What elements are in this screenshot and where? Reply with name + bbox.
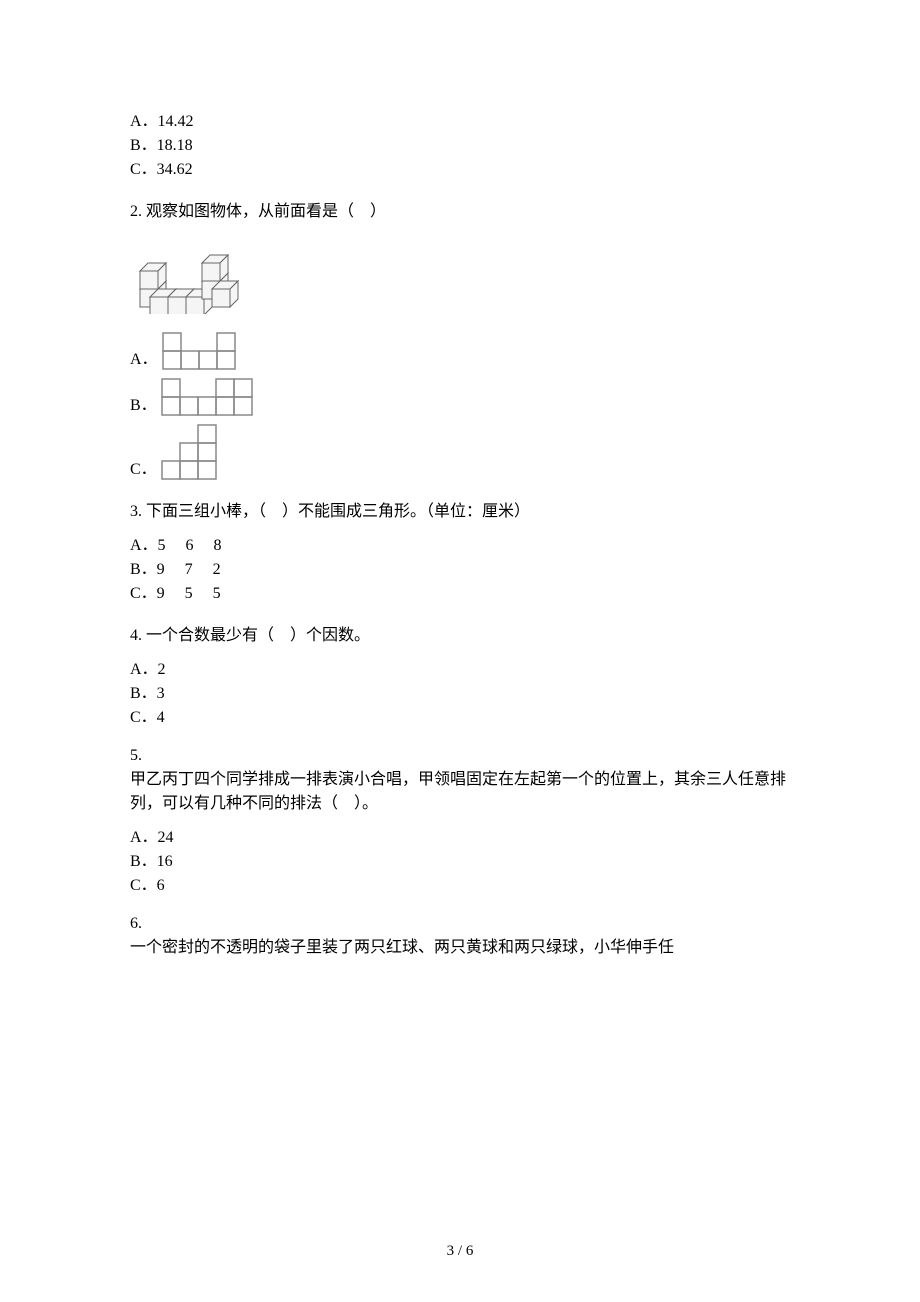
grid-shape-icon xyxy=(161,422,225,482)
q5-number: 5. xyxy=(130,744,790,768)
q3-option-a: A．5 6 8 xyxy=(130,534,790,558)
q1-options: A．14.42 B．18.18 C．34.62 xyxy=(130,110,790,182)
q2-option-c: C． xyxy=(130,422,790,482)
q5-option-a: A．24 xyxy=(130,826,790,850)
q5-option-b: B．16 xyxy=(130,850,790,874)
page-footer: 3 / 6 xyxy=(0,1240,920,1263)
q4-option-b: B．3 xyxy=(130,682,790,706)
q6-stem: 一个密封的不透明的袋子里装了两只红球、两只黄球和两只绿球，小华伸手任 xyxy=(130,936,790,960)
q3-options: A．5 6 8 B．9 7 2 C．9 5 5 xyxy=(130,534,790,606)
q2-option-b-label: B． xyxy=(130,394,157,418)
q4-option-c: C．4 xyxy=(130,706,790,730)
q1-option-a: A．14.42 xyxy=(130,110,790,134)
q5-stem: 甲乙丙丁四个同学排成一排表演小合唱，甲领唱固定在左起第一个的位置上，其余三人任意… xyxy=(130,768,790,816)
grid-shape-icon xyxy=(161,376,277,418)
q5-options: A．24 B．16 C．6 xyxy=(130,826,790,898)
q4-stem: 4. 一个合数最少有（ ）个因数。 xyxy=(130,624,790,648)
q1-option-c: C．34.62 xyxy=(130,158,790,182)
q2-option-c-label: C． xyxy=(130,458,157,482)
q3-stem: 3. 下面三组小棒，（ ）不能围成三角形。（单位：厘米） xyxy=(130,500,790,524)
q6-number: 6. xyxy=(130,912,790,936)
q4-options: A．2 B．3 C．4 xyxy=(130,658,790,730)
q2-option-a-label: A． xyxy=(130,348,158,372)
q5-option-c: C．6 xyxy=(130,874,790,898)
q1-option-b: B．18.18 xyxy=(130,134,790,158)
grid-shape-icon xyxy=(162,330,242,372)
q2-figure xyxy=(130,234,790,314)
q3-option-c: C．9 5 5 xyxy=(130,582,790,606)
q4-option-a: A．2 xyxy=(130,658,790,682)
q2-stem: 2. 观察如图物体，从前面看是（ ） xyxy=(130,200,790,224)
cube-3d-icon xyxy=(130,234,260,314)
q3-option-b: B．9 7 2 xyxy=(130,558,790,582)
q2-option-a: A． xyxy=(130,330,790,372)
page: A．14.42 B．18.18 C．34.62 2. 观察如图物体，从前面看是（… xyxy=(0,0,920,1302)
q2-option-b: B． xyxy=(130,376,790,418)
